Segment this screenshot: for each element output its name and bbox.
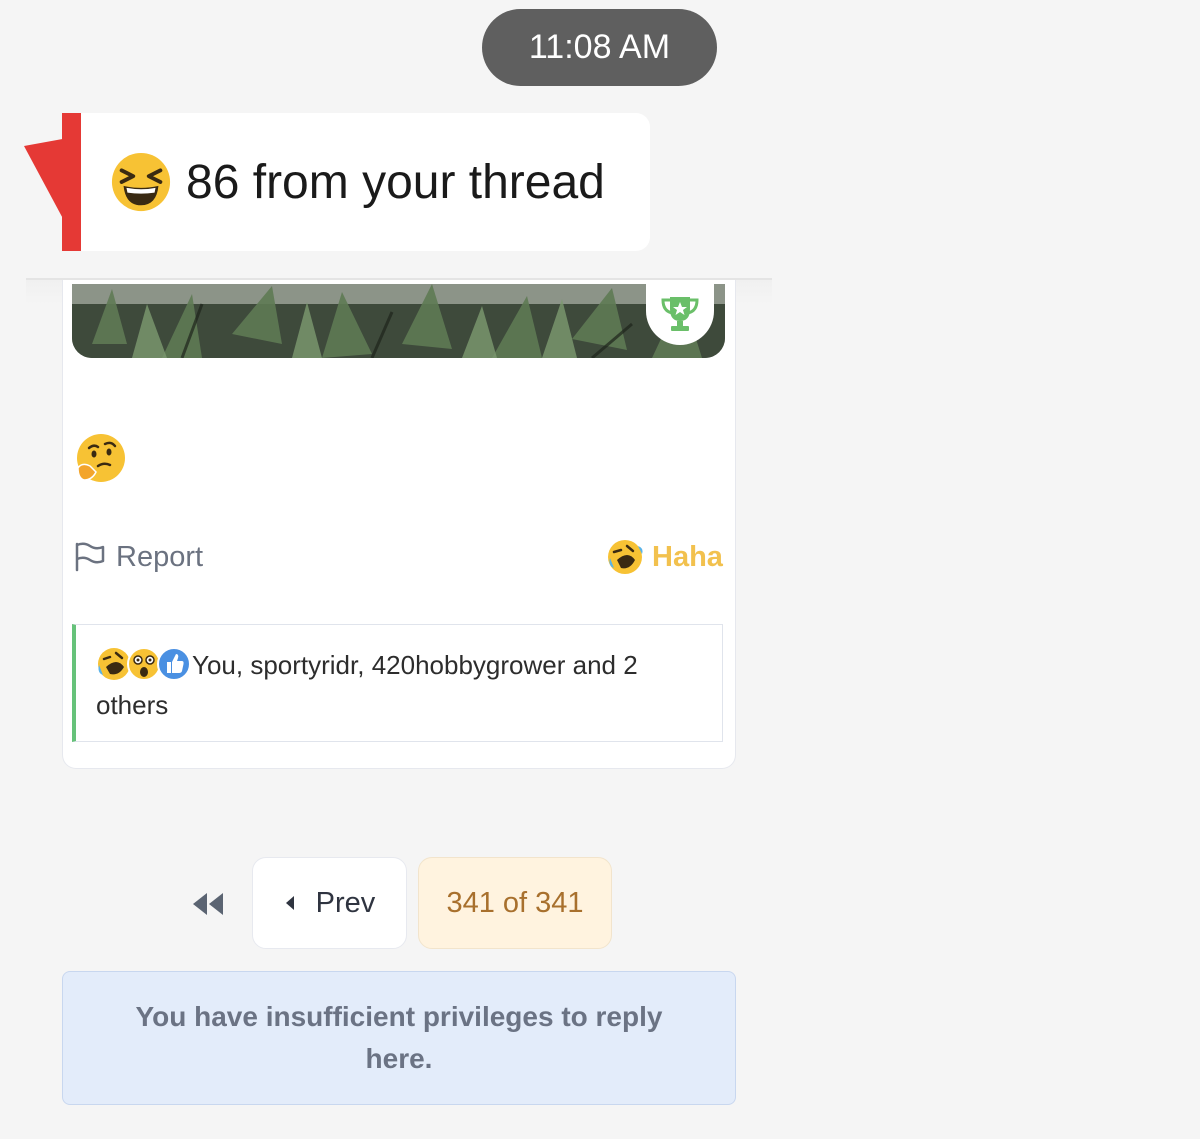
trophy-icon xyxy=(661,297,699,331)
rolling-laughing-icon xyxy=(608,540,643,574)
leaves-image xyxy=(72,284,725,358)
thinking-face-icon xyxy=(77,434,125,482)
page-indicator-text: 341 of 341 xyxy=(446,886,584,919)
timestamp-text: 11:08 AM xyxy=(528,28,671,66)
report-button[interactable]: Report xyxy=(74,536,203,578)
reactions-summary[interactable]: You, sportyridr, 420hobbygrower and 2 ot… xyxy=(72,624,723,742)
caret-left-icon xyxy=(285,896,294,910)
toast-accent-bar xyxy=(62,113,81,251)
page-indicator[interactable]: 341 of 341 xyxy=(418,857,612,949)
thumbs-up-icon xyxy=(157,647,191,682)
notice-text: You have insufficient privileges to repl… xyxy=(135,1001,663,1074)
haha-label: Haha xyxy=(652,540,723,573)
report-label: Report xyxy=(116,540,204,573)
reaction-icons xyxy=(96,646,191,682)
flag-icon xyxy=(75,542,105,572)
post-image[interactable] xyxy=(72,284,725,358)
reactions-summary-row: You, sportyridr, 420hobbygrower and 2 ot… xyxy=(96,645,696,725)
first-page-button[interactable] xyxy=(186,882,230,926)
grinning-squinting-face-icon xyxy=(111,152,171,212)
double-chevron-left-icon xyxy=(193,893,223,915)
prev-label: Prev xyxy=(315,886,376,919)
notification-toast[interactable]: 86 from your thread xyxy=(62,113,650,251)
timestamp-pill: 11:08 AM xyxy=(482,9,717,86)
haha-reaction-button[interactable]: Haha xyxy=(606,536,723,578)
toast-message: 86 from your thread xyxy=(186,155,605,209)
insufficient-privileges-notice: You have insufficient privileges to repl… xyxy=(62,971,736,1105)
prev-page-button[interactable]: Prev xyxy=(252,857,407,949)
